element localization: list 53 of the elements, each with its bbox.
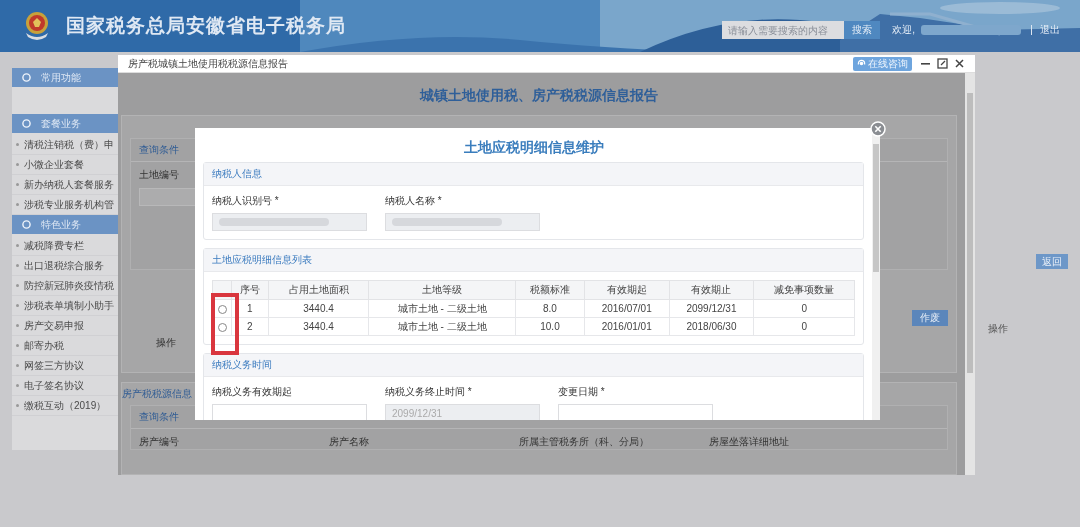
menu-item-icon [22,220,31,229]
section-title: 房产税税源信息 [122,387,192,401]
input-field[interactable] [212,404,367,420]
column-header: 操作 [988,322,1008,336]
highlight-box [211,293,239,355]
column-header: 有效期起 [584,280,670,300]
table-cell: 2018/06/30 [669,317,754,336]
field-label: 纳税人名称 * [385,194,443,208]
field-label: 纳税义务终止时间 * [385,385,473,399]
input-field: 2099/12/31 [385,404,540,420]
column-header: 有效期止 [669,280,754,300]
section-title: 纳税人信息 [204,163,863,186]
headset-icon [857,59,866,68]
column-header: 减免事项数量 [753,280,855,300]
field-label: 纳税义务有效期起 [212,385,293,399]
input-field[interactable] [558,404,713,420]
table-cell: 0 [753,317,855,336]
scrollbar[interactable] [965,73,975,475]
menu-item-icon [22,73,31,82]
column-header: 操作 [156,336,176,350]
close-icon[interactable] [954,58,965,69]
field-label: 房产名称 [329,435,370,449]
table-cell: 城市土地 - 二级土地 [368,317,516,336]
field-label: 所属主管税务所（科、分局） [519,435,650,449]
maximize-icon[interactable] [937,58,948,69]
table-cell: 2099/12/31 [669,299,754,318]
column-header: 序号 [231,280,269,300]
field-label: 房屋坐落详细地址 [709,435,790,449]
column-header: 占用土地面积 [268,280,369,300]
site-title: 国家税务总局安徽省电子税务局 [66,14,346,38]
welcome-text: 欢迎, [892,23,915,37]
column-header: 税额标准 [515,280,585,300]
table-cell: 8.0 [515,299,585,318]
window-title: 房产税城镇土地使用税税源信息报告 [128,56,288,71]
section-title: 土地应税明细信息列表 [204,249,863,272]
menu-item-icon [22,119,31,128]
field-label: 变更日期 * [558,385,606,399]
dialog-title: 土地应税明细信息维护 [462,138,605,157]
field-label: 土地编号 [139,168,179,182]
column-header: 土地等级 [368,280,516,300]
table-cell: 2016/01/01 [584,317,670,336]
table-cell: 3440.4 [268,299,369,318]
table-cell: 10.0 [515,317,585,336]
search-field[interactable]: 请输入需要搜索的内容 [722,21,845,39]
section-title: 纳税义务时间 [204,354,863,377]
field-label: 纳税人识别号 * [212,194,280,208]
logout-link[interactable]: 退出 [1040,23,1060,37]
field-label: 房产编号 [139,435,180,449]
page-heading: 城镇土地使用税、房产税税源信息报告 [418,86,659,105]
table-cell: 0 [753,299,855,318]
table-cell: 2016/07/01 [584,299,670,318]
table-cell: 3440.4 [268,317,369,336]
table-cell: 城市土地 - 二级土地 [368,299,516,318]
